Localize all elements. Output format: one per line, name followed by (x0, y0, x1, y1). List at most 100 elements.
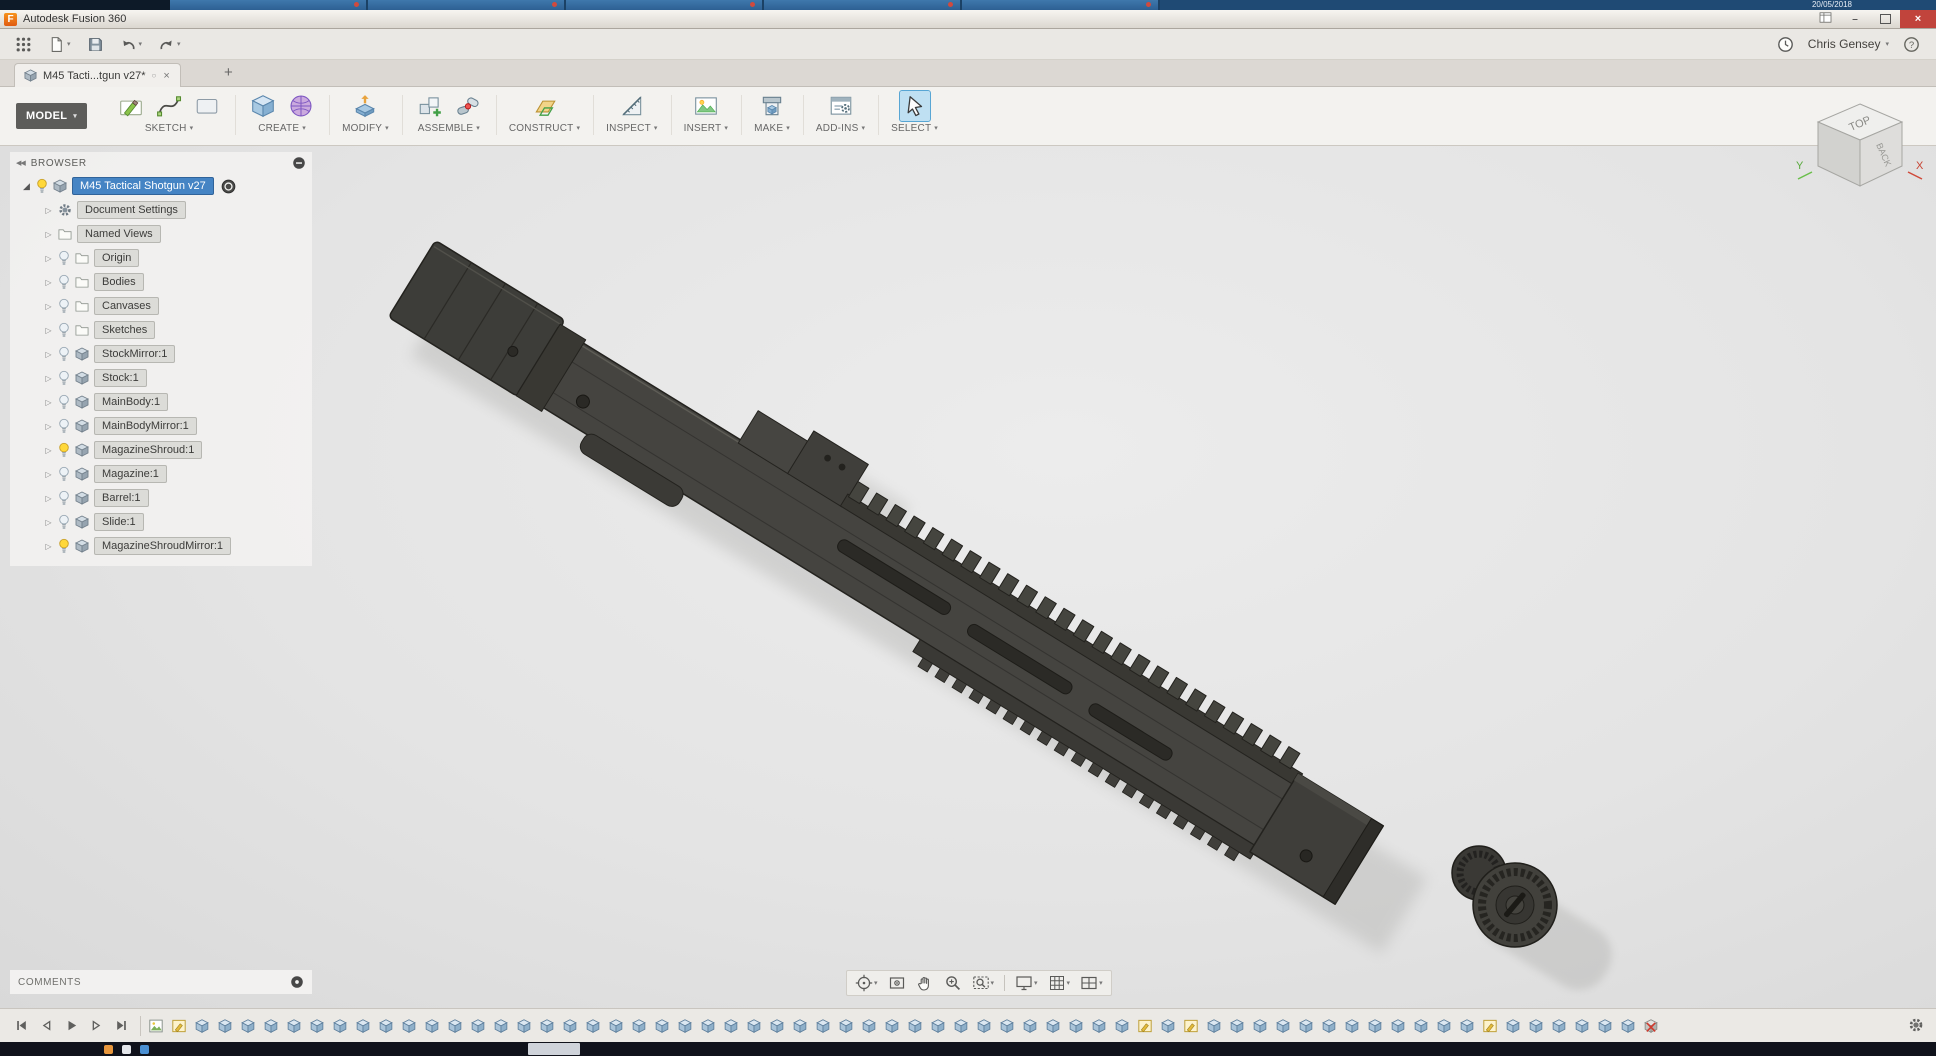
timeline-feature[interactable] (1092, 1018, 1106, 1034)
timeline-feature[interactable] (1230, 1018, 1244, 1034)
visibility-bulb-icon[interactable] (36, 178, 48, 194)
expander-icon[interactable]: ▷ (44, 350, 53, 359)
browser-item[interactable]: ▷ Named Views (10, 222, 312, 246)
timeline-feature[interactable] (931, 1018, 945, 1034)
grid-settings-button[interactable]: ▾ (1044, 972, 1075, 994)
comments-bar[interactable]: COMMENTS (10, 970, 312, 994)
timeline-feature[interactable] (908, 1018, 922, 1034)
timeline-feature[interactable] (425, 1018, 439, 1034)
visibility-bulb-icon[interactable] (58, 298, 70, 314)
visibility-bulb-icon[interactable] (58, 250, 70, 266)
ribbon-menu-create[interactable]: CREATE ▾ (258, 123, 306, 134)
titlebar[interactable]: F Autodesk Fusion 360 – × (0, 10, 1936, 29)
viewcube[interactable]: TOP BACK Y X (1790, 92, 1930, 212)
taskbar-active-app[interactable] (528, 1043, 580, 1055)
browser-item[interactable]: ▷ Bodies (10, 270, 312, 294)
background-browser-tabs-strip[interactable]: 20/05/2018 (0, 0, 1936, 10)
timeline-feature[interactable] (1322, 1018, 1336, 1034)
expander-icon[interactable]: ▷ (44, 326, 53, 335)
timeline-feature[interactable] (1276, 1018, 1290, 1034)
timeline-feature[interactable] (885, 1018, 899, 1034)
timeline-feature[interactable] (770, 1018, 784, 1034)
timeline-feature[interactable] (1046, 1018, 1060, 1034)
expander-icon[interactable]: ▷ (44, 494, 53, 503)
timeline-feature[interactable] (1023, 1018, 1037, 1034)
browser-item-label[interactable]: Stock:1 (94, 369, 147, 387)
visibility-bulb-icon[interactable] (58, 442, 70, 458)
timeline-feature[interactable] (1391, 1018, 1405, 1034)
press-pull-tool-button[interactable] (350, 91, 380, 121)
browser-item-label[interactable]: Barrel:1 (94, 489, 149, 507)
file-button[interactable]: ▾ (43, 33, 76, 56)
rectangle-tool-button[interactable] (192, 91, 222, 121)
timeline-feature[interactable] (839, 1018, 853, 1034)
select-cursor-tool-button[interactable] (898, 90, 931, 122)
redo-button[interactable]: ▾ (153, 33, 186, 56)
timeline-feature[interactable] (1552, 1018, 1566, 1034)
timeline-feature[interactable] (1207, 1018, 1221, 1034)
orbit-button[interactable]: ▾ (851, 972, 882, 994)
activate-component-radio[interactable] (221, 179, 236, 194)
timeline-sketch-feature[interactable] (1483, 1018, 1497, 1034)
background-browser-tab[interactable] (368, 0, 566, 10)
browser-item-label[interactable]: MainBody:1 (94, 393, 169, 411)
timeline-feature[interactable] (1529, 1018, 1543, 1034)
timeline-feature[interactable] (494, 1018, 508, 1034)
look-at-button[interactable] (884, 972, 910, 994)
expander-open-icon[interactable]: ◢ (22, 181, 31, 192)
expander-icon[interactable]: ▷ (44, 206, 53, 215)
expander-icon[interactable]: ▷ (44, 374, 53, 383)
timeline-sketch-feature[interactable] (1138, 1018, 1152, 1034)
expander-icon[interactable]: ▷ (44, 302, 53, 311)
browser-item[interactable]: ▷ Document Settings (10, 198, 312, 222)
form-sphere-tool-button[interactable] (286, 91, 316, 121)
taskbar-app-icon[interactable] (122, 1045, 131, 1054)
joint-tool-button[interactable] (453, 91, 483, 121)
timeline-feature[interactable] (632, 1018, 646, 1034)
ribbon-menu-select[interactable]: SELECT ▾ (891, 123, 938, 134)
browser-item[interactable]: ▷ Sketches (10, 318, 312, 342)
timeline-feature[interactable] (310, 1018, 324, 1034)
ribbon-menu-modify[interactable]: MODIFY ▾ (342, 123, 389, 134)
visibility-bulb-icon[interactable] (58, 418, 70, 434)
create-sketch-tool-button[interactable] (116, 91, 146, 121)
browser-item-label[interactable]: MagazineShroudMirror:1 (94, 537, 232, 555)
visibility-bulb-icon[interactable] (58, 394, 70, 410)
browser-item[interactable]: ▷ MainBody:1 (10, 390, 312, 414)
browser-item[interactable]: ▷ Barrel:1 (10, 486, 312, 510)
expander-icon[interactable]: ▷ (44, 542, 53, 551)
timeline-feature[interactable] (448, 1018, 462, 1034)
timeline-sketch-feature[interactable] (172, 1018, 186, 1034)
pan-button[interactable] (912, 972, 938, 994)
timeline-feature[interactable] (609, 1018, 623, 1034)
ribbon-menu-assemble[interactable]: ASSEMBLE ▾ (418, 123, 480, 134)
expander-icon[interactable]: ▷ (44, 254, 53, 263)
timeline-feature[interactable] (1621, 1018, 1635, 1034)
visibility-bulb-icon[interactable] (58, 370, 70, 386)
timeline-settings-gear[interactable] (1908, 1017, 1924, 1033)
spline-tool-button[interactable] (154, 91, 184, 121)
expander-icon[interactable]: ▷ (44, 398, 53, 407)
timeline-feature[interactable] (862, 1018, 876, 1034)
browser-item-label[interactable]: Bodies (94, 273, 144, 291)
browser-root-row[interactable]: ◢ M45 Tactical Shotgun v27 (10, 174, 312, 198)
visibility-bulb-icon[interactable] (58, 322, 70, 338)
panel-minimize-button[interactable] (292, 156, 306, 170)
zoom-window-button[interactable]: ▾ (968, 972, 999, 994)
user-menu[interactable]: Chris Gensey ▾ (1808, 37, 1889, 51)
browser-item[interactable]: ▷ Magazine:1 (10, 462, 312, 486)
timeline-feature[interactable] (1598, 1018, 1612, 1034)
addins-scripts-tool-button[interactable] (826, 91, 856, 121)
timeline-feature[interactable] (586, 1018, 600, 1034)
maximize-button[interactable] (1870, 10, 1900, 28)
timeline-feature[interactable] (517, 1018, 531, 1034)
model-magazine-cap[interactable] (1451, 845, 1558, 948)
timeline-feature[interactable] (1575, 1018, 1589, 1034)
timeline-sketch-feature[interactable] (1184, 1018, 1198, 1034)
visibility-bulb-icon[interactable] (58, 274, 70, 290)
browser-item[interactable]: ▷ Stock:1 (10, 366, 312, 390)
timeline-feature[interactable] (655, 1018, 669, 1034)
timeline-feature[interactable] (195, 1018, 209, 1034)
browser-item[interactable]: ▷ StockMirror:1 (10, 342, 312, 366)
browser-item[interactable]: ▷ Origin (10, 246, 312, 270)
